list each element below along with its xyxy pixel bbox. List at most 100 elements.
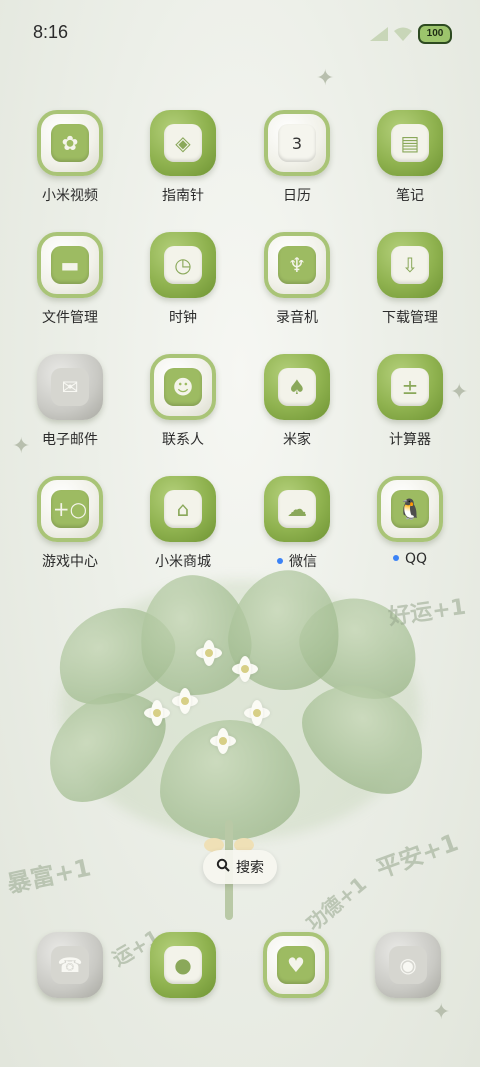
- calculator-icon: ±: [391, 368, 429, 406]
- app-icon-tile: ☁: [264, 476, 330, 542]
- app-mail[interactable]: ✉ 电子邮件: [14, 354, 126, 449]
- new-badge-dot: [392, 555, 399, 561]
- wallpaper-merit-text: 功德+1: [301, 871, 372, 936]
- app-label-text: 下载管理: [382, 310, 438, 326]
- app-icon-tile: ▤: [377, 110, 443, 176]
- mail-icon: ✉: [51, 368, 89, 406]
- sparkle-icon: ✦: [432, 1000, 451, 1025]
- app-gamepad[interactable]: +○ 游戏中心: [14, 476, 126, 571]
- app-label: 日历: [241, 185, 353, 205]
- compass-icon: ◈: [164, 124, 202, 162]
- dock-chat-bubble[interactable]: ●: [150, 932, 216, 998]
- app-label: 下载管理: [354, 307, 466, 327]
- app-label-text: 微信: [289, 554, 317, 570]
- app-compass[interactable]: ◈ 指南针: [127, 110, 239, 205]
- search-button[interactable]: 搜索: [203, 850, 277, 884]
- app-label: 小米视频: [14, 185, 126, 205]
- wallpaper-wealth-text: 暴富+1: [4, 853, 94, 899]
- app-label-text: 小米视频: [42, 188, 98, 204]
- status-icons: 100: [370, 24, 452, 44]
- app-icon-tile: ⇩: [377, 232, 443, 298]
- app-icon-tile: 3: [264, 110, 330, 176]
- app-alarm-clock[interactable]: ◷ 时钟: [127, 232, 239, 327]
- app-label-text: 游戏中心: [42, 554, 98, 570]
- alarm-clock-icon: ◷: [164, 246, 202, 284]
- app-label-text: QQ: [404, 551, 428, 567]
- app-label-text: 文件管理: [42, 310, 98, 326]
- app-mushroom[interactable]: ♠ 米家: [241, 354, 353, 449]
- app-label-text: 计算器: [389, 432, 431, 448]
- notebook-icon: ▤: [391, 124, 429, 162]
- app-label: 米家: [241, 429, 353, 449]
- app-calculator[interactable]: ± 计算器: [354, 354, 466, 449]
- status-time: 8:16: [33, 22, 69, 42]
- signal-icon: [370, 27, 388, 41]
- app-film-reel[interactable]: ✿ 小米视频: [14, 110, 126, 205]
- app-contact-card[interactable]: ☻ 联系人: [127, 354, 239, 449]
- phone-icon: ☎: [51, 946, 89, 984]
- app-icon-tile: ✉: [37, 354, 103, 420]
- dock-phone[interactable]: ☎: [37, 932, 103, 998]
- new-badge-dot: [277, 558, 283, 564]
- app-label-text: 时钟: [169, 310, 197, 326]
- app-icon-tile: ▬: [37, 232, 103, 298]
- app-icon-tile: 🐧: [377, 476, 443, 542]
- film-reel-icon: ✿: [51, 124, 89, 162]
- calendar-icon: 3: [278, 124, 316, 162]
- dock-icon-tile: ◉: [375, 932, 441, 998]
- app-icon-tile: ☻: [150, 354, 216, 420]
- app-label-text: 笔记: [396, 188, 424, 204]
- app-label-text: 指南针: [162, 188, 204, 204]
- app-icon-tile: ◷: [150, 232, 216, 298]
- app-label: 游戏中心: [14, 551, 126, 571]
- wallpaper-fortune-text: 好运+1: [386, 594, 468, 631]
- battery-icon: 100: [418, 24, 452, 44]
- gamepad-icon: +○: [51, 490, 89, 528]
- app-label-text: 录音机: [276, 310, 318, 326]
- app-label: 文件管理: [14, 307, 126, 327]
- app-wechat[interactable]: ☁ 微信: [241, 476, 353, 571]
- dock-icon-tile: ●: [150, 932, 216, 998]
- app-shop[interactable]: ⌂ 小米商城: [127, 476, 239, 571]
- folder-icon: ▬: [51, 246, 89, 284]
- dock-camera[interactable]: ◉: [375, 932, 441, 998]
- wechat-icon: ☁: [278, 490, 316, 528]
- app-icon-tile: ◈: [150, 110, 216, 176]
- sparkle-icon: ✦: [316, 66, 335, 91]
- app-label: 微信: [241, 551, 353, 571]
- app-label: QQ: [354, 551, 466, 567]
- app-icon-tile: ♆: [264, 232, 330, 298]
- wifi-icon: [394, 27, 412, 41]
- mushroom-icon: ♠: [278, 368, 316, 406]
- status-bar: 8:16 100: [0, 22, 480, 48]
- app-notebook[interactable]: ▤ 笔记: [354, 110, 466, 205]
- wallpaper-peace-text: 平安+1: [372, 828, 462, 884]
- app-microphone[interactable]: ♆ 录音机: [241, 232, 353, 327]
- app-calendar[interactable]: 3 日历: [241, 110, 353, 205]
- app-label: 录音机: [241, 307, 353, 327]
- app-label-text: 米家: [283, 432, 311, 448]
- contact-card-icon: ☻: [164, 368, 202, 406]
- app-icon-tile: +○: [37, 476, 103, 542]
- app-icon-tile: ⌂: [150, 476, 216, 542]
- app-label: 笔记: [354, 185, 466, 205]
- app-icon-tile: ♠: [264, 354, 330, 420]
- app-label: 时钟: [127, 307, 239, 327]
- app-label-text: 日历: [283, 188, 311, 204]
- app-icon-tile: ±: [377, 354, 443, 420]
- app-label: 联系人: [127, 429, 239, 449]
- search-icon: [216, 858, 230, 876]
- app-download-cloud[interactable]: ⇩ 下载管理: [354, 232, 466, 327]
- microphone-icon: ♆: [278, 246, 316, 284]
- download-cloud-icon: ⇩: [391, 246, 429, 284]
- chat-bubble-icon: ●: [164, 946, 202, 984]
- camera-icon: ◉: [389, 946, 427, 984]
- shop-icon: ⌂: [164, 490, 202, 528]
- dock-heart-message[interactable]: ♥: [263, 932, 329, 998]
- app-label: 电子邮件: [14, 429, 126, 449]
- app-folder[interactable]: ▬ 文件管理: [14, 232, 126, 327]
- app-label-text: 小米商城: [155, 554, 211, 570]
- app-penguin[interactable]: 🐧 QQ: [354, 476, 466, 567]
- dock-icon-tile: ♥: [263, 932, 329, 998]
- app-label: 小米商城: [127, 551, 239, 571]
